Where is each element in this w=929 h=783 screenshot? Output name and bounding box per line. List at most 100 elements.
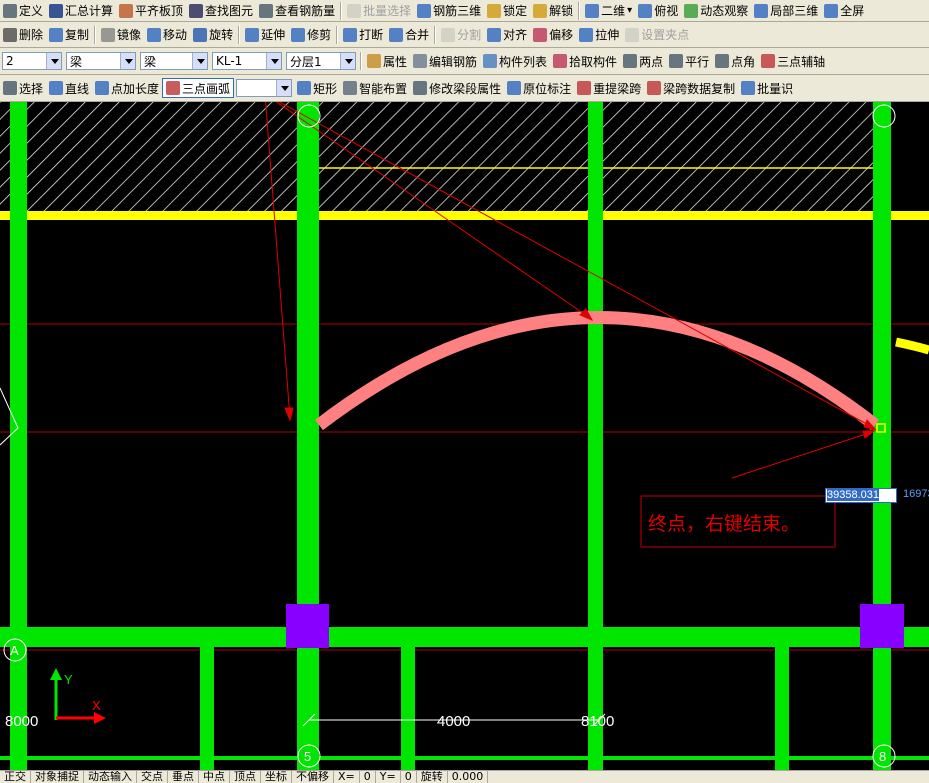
batch-select-button[interactable]: 批量选择 [344, 1, 414, 21]
green-beam [401, 647, 415, 770]
status-item[interactable]: 中点 [199, 771, 230, 783]
status-item[interactable]: 垂点 [168, 771, 199, 783]
chevron-down-icon [46, 53, 61, 69]
sigma-button[interactable]: 汇总计算 [46, 1, 116, 21]
edit-rebar-button[interactable]: 编辑钢筋 [410, 51, 480, 71]
rotate-button[interactable]: 旋转 [190, 25, 236, 45]
status-item[interactable]: X= [334, 771, 360, 783]
split-button[interactable]: 分割 [438, 25, 484, 45]
axis-x-label: X [92, 698, 101, 713]
rectangle-button[interactable]: 矩形 [294, 78, 340, 98]
mirror-button[interactable]: 镜像 [98, 25, 144, 45]
extend-button[interactable]: 延伸 [242, 25, 288, 45]
lock-icon [487, 3, 502, 18]
grip-label: 设置夹点 [641, 28, 690, 42]
status-item[interactable]: 顶点 [230, 771, 261, 783]
two-point-icon [623, 54, 638, 68]
green-column [297, 102, 319, 770]
separator [238, 25, 241, 44]
rebar-3d-button[interactable]: 钢筋三维 [414, 1, 484, 21]
select-cursor-button[interactable]: 选择 [0, 78, 46, 98]
status-item[interactable]: 0.000 [448, 771, 489, 783]
status-item[interactable]: 动态输入 [84, 771, 137, 783]
span-copy-label: 梁跨数据复制 [663, 81, 736, 96]
local-3d-label: 局部三维 [770, 4, 819, 18]
coord-x-input[interactable]: 39358.031 [825, 488, 897, 503]
point-length-button[interactable]: 点加长度 [92, 78, 162, 98]
copy-button[interactable]: 复制 [46, 25, 92, 45]
coord-y-input[interactable]: 16973 [899, 488, 929, 503]
status-item[interactable]: 正交 [0, 771, 31, 783]
align-slab-button[interactable]: 平齐板顶 [116, 1, 186, 21]
slab-hatch [0, 102, 880, 214]
separator [340, 1, 343, 20]
component-list-label: 构件列表 [499, 54, 548, 69]
grip-button[interactable]: 设置夹点 [622, 25, 692, 45]
yellow-beam [0, 211, 929, 220]
status-item[interactable]: Y= [376, 771, 401, 783]
batch-button[interactable]: 批量识 [738, 78, 796, 98]
rotate-label: 旋转 [209, 28, 234, 42]
point-angle-button[interactable]: 点角 [712, 51, 758, 71]
layer-select[interactable]: 分层1 [286, 52, 356, 70]
rectangle-icon [297, 81, 312, 95]
batch-label: 批量识 [757, 81, 794, 96]
merge-button[interactable]: 合并 [386, 25, 432, 45]
modify-beam-button[interactable]: 修改梁段属性 [410, 78, 504, 98]
component-list-button[interactable]: 构件列表 [480, 51, 550, 71]
smart-layout-button[interactable]: 智能布置 [340, 78, 410, 98]
break-button[interactable]: 打断 [340, 25, 386, 45]
status-item[interactable]: 旋转 [417, 771, 448, 783]
arc-mode-select[interactable] [236, 79, 293, 97]
orbit-icon [684, 3, 699, 18]
delete-label: 删除 [19, 28, 44, 42]
drawing-canvas[interactable]: A 5 8 8000 4000 8100 Y X 终点，右键结束。 [0, 102, 929, 770]
top-view-button[interactable]: 俯视 [635, 1, 681, 21]
arc-button[interactable]: 三点画弧 [162, 78, 235, 98]
in-place-mark-label: 原位标注 [523, 81, 572, 96]
span-copy-button[interactable]: 梁跨数据复制 [644, 78, 738, 98]
fullscreen-button[interactable]: 全屏 [821, 1, 867, 21]
status-item[interactable]: 0 [360, 771, 376, 783]
name-select[interactable]: KL-1 [212, 52, 282, 70]
offset-button[interactable]: 偏移 [530, 25, 576, 45]
line-button[interactable]: 直线 [46, 78, 92, 98]
respan-button[interactable]: 重提梁跨 [574, 78, 644, 98]
unlock-icon [533, 3, 548, 18]
category-select[interactable]: 梁 [66, 52, 136, 70]
three-point-axis-button[interactable]: 三点辅轴 [758, 51, 828, 71]
floor-select[interactable]: 2 [2, 52, 62, 70]
view-2d-label: 二维 [601, 4, 626, 18]
unlock-button[interactable]: 解锁 [530, 1, 576, 21]
align-icon [487, 27, 502, 42]
move-button[interactable]: 移动 [144, 25, 190, 45]
local-3d-button[interactable]: 局部三维 [751, 1, 821, 21]
two-point-button[interactable]: 两点 [620, 51, 666, 71]
local-3d-icon [754, 3, 769, 18]
status-item[interactable]: 交点 [137, 771, 168, 783]
delete-button[interactable]: 删除 [0, 25, 46, 45]
pick-button[interactable]: 拾取构件 [550, 51, 620, 71]
binoculars-button[interactable]: 查找图元 [186, 1, 256, 21]
split-label: 分割 [457, 28, 482, 42]
point-angle-icon [715, 54, 730, 68]
rebar-quantity-label: 查看钢筋量 [275, 4, 336, 18]
view-2d-button[interactable]: 二维 ▾ [582, 1, 635, 21]
type-select[interactable]: 梁 [140, 52, 208, 70]
in-place-mark-button[interactable]: 原位标注 [504, 78, 574, 98]
status-item[interactable]: 坐标 [261, 771, 292, 783]
status-item[interactable]: 对象捕捉 [31, 771, 84, 783]
align-button[interactable]: 对齐 [484, 25, 530, 45]
stretch-button[interactable]: 拉伸 [576, 25, 622, 45]
properties-button[interactable]: 属性 [364, 51, 410, 71]
view-2d-icon [585, 3, 600, 18]
parallel-button[interactable]: 平行 [666, 51, 712, 71]
rebar-quantity-button[interactable]: 查看钢筋量 [256, 1, 338, 21]
merge-icon [389, 27, 404, 42]
orbit-button[interactable]: 动态观察 [681, 1, 751, 21]
trim-button[interactable]: 修剪 [288, 25, 334, 45]
lock-button[interactable]: 锁定 [484, 1, 530, 21]
status-item[interactable]: 0 [401, 771, 417, 783]
status-item[interactable]: 不偏移 [292, 771, 334, 783]
define-button[interactable]: 定义 [0, 1, 46, 21]
